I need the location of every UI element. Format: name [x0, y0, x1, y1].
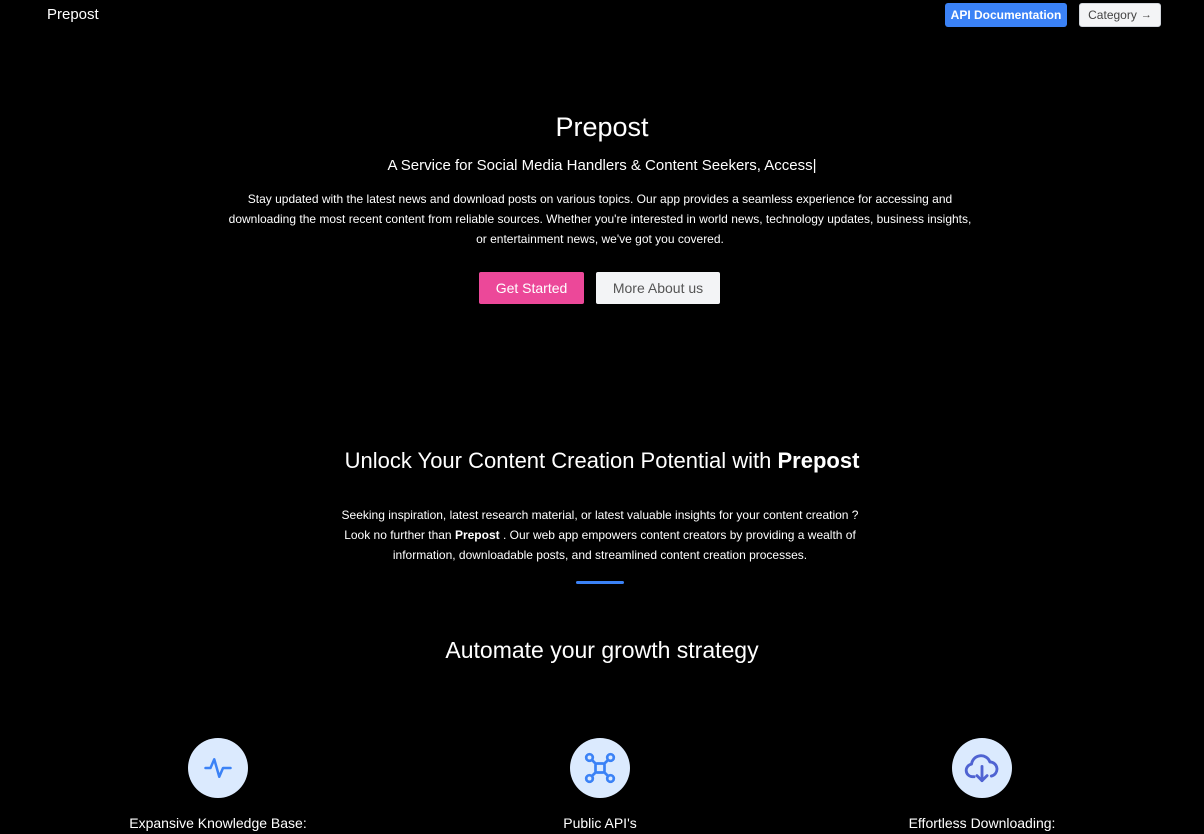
feature-public-api: Public API's: [480, 738, 720, 831]
hero-description: Stay updated with the latest news and do…: [228, 192, 972, 246]
api-documentation-button[interactable]: API Documentation: [945, 3, 1067, 27]
unlock-section-description: Seeking inspiration, latest research mat…: [330, 505, 870, 565]
cloud-download-icon: [964, 754, 999, 783]
feature-knowledge-base: Expansive Knowledge Base:: [98, 738, 338, 831]
unlock-section-title: Unlock Your Content Creation Potential w…: [0, 448, 1204, 474]
feature-icon-circle: [952, 738, 1012, 798]
hero-title: Prepost: [555, 112, 649, 142]
category-button-label: Category: [1088, 8, 1137, 22]
arrow-right-icon: →: [1140, 9, 1152, 21]
feature-downloading: Effortless Downloading:: [862, 738, 1102, 831]
feature-label: Expansive Knowledge Base:: [129, 815, 307, 831]
landing-page: Prepost API Documentation Category → Pre…: [0, 0, 1204, 834]
feature-label: Public API's: [563, 815, 637, 831]
feature-icon-circle: [188, 738, 248, 798]
growth-section-title: Automate your growth strategy: [445, 637, 759, 663]
brand-logo-text[interactable]: Prepost: [47, 6, 99, 23]
get-started-button[interactable]: Get Started: [479, 272, 584, 304]
activity-icon: [204, 758, 232, 778]
hero-subtitle: A Service for Social Media Handlers & Co…: [387, 157, 817, 174]
more-about-us-button[interactable]: More About us: [596, 272, 720, 304]
unlock-title-brand: Prepost: [777, 448, 860, 473]
unlock-desc-brand: Prepost: [454, 528, 500, 542]
feature-icon-circle: [570, 738, 630, 798]
network-icon: [584, 752, 616, 784]
category-button[interactable]: Category →: [1079, 3, 1161, 27]
unlock-title-prefix: Unlock Your Content Creation Potential w…: [344, 448, 778, 473]
section-divider: [576, 581, 624, 584]
feature-label: Effortless Downloading:: [908, 815, 1056, 831]
